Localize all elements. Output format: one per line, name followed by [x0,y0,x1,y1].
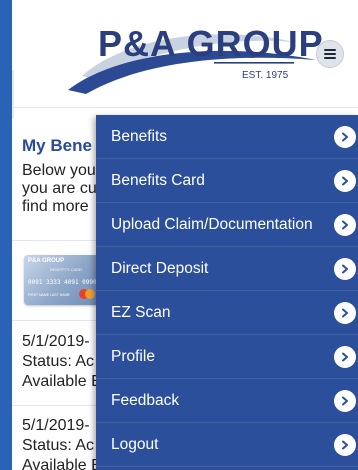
entry-status: Status: Ac [22,353,95,370]
menu-item-direct-deposit[interactable]: Direct Deposit [96,247,358,291]
navigation-menu: Benefits Benefits Card Upload Claim/Docu… [96,115,358,470]
chevron-right-icon [334,170,356,192]
chevron-right-icon [334,126,356,148]
menu-item-label: Feedback [111,392,180,409]
side-edge [12,70,14,118]
pa-group-logo[interactable]: P&A GROUP EST. 1975 [64,18,330,98]
hamburger-icon [324,49,336,59]
benefits-card-image[interactable]: P&A GROUP BENEFITS CARD 0091 3333 4091 0… [24,255,100,305]
svg-text:P&A GROUP: P&A GROUP [98,23,324,64]
menu-item-upload-claim[interactable]: Upload Claim/Documentation [96,203,358,247]
chevron-right-icon [334,214,356,236]
mastercard-icon [79,289,95,299]
card-logo-text: P&A GROUP [28,258,65,264]
menu-item-label: Profile [111,348,155,365]
header: P&A GROUP EST. 1975 [12,0,358,108]
menu-item-label: Logout [111,436,159,453]
benefit-entry[interactable]: 5/1/2019- Status: Ac Available E [22,332,102,392]
menu-item-label: Direct Deposit [111,260,209,277]
card-type-text: BENEFITS CARD [50,267,83,272]
card-number: 0091 3333 4091 0990 [28,279,97,286]
pa-group-logo-graphic: P&A GROUP EST. 1975 [68,23,324,94]
logo-tagline: EST. 1975 [242,70,289,81]
entry-balance: Available E [22,373,102,390]
menu-item-feedback[interactable]: Feedback [96,379,358,423]
card-holder-name: FIRST NAME LAST NAME [28,293,70,297]
entry-date: 5/1/2019- [22,333,90,350]
chevron-right-icon [334,302,356,324]
menu-item-benefits[interactable]: Benefits [96,115,358,159]
menu-item-label: Benefits [111,128,168,145]
menu-item-benefits-card[interactable]: Benefits Card [96,159,358,203]
chevron-right-icon [334,346,356,368]
menu-item-logout[interactable]: Logout [96,423,358,467]
menu-item-ez-scan[interactable]: EZ Scan [96,291,358,335]
menu-item-label: EZ Scan [111,304,171,321]
chevron-right-icon [334,390,356,412]
menu-item-profile[interactable]: Profile [96,335,358,379]
chevron-right-icon [334,258,356,280]
menu-toggle-button[interactable] [316,40,344,68]
menu-item-label: Benefits Card [111,172,205,189]
menu-item-label: Upload Claim/Documentation [111,216,313,233]
page-title: My Bene [22,136,92,155]
chevron-right-icon [334,434,356,456]
